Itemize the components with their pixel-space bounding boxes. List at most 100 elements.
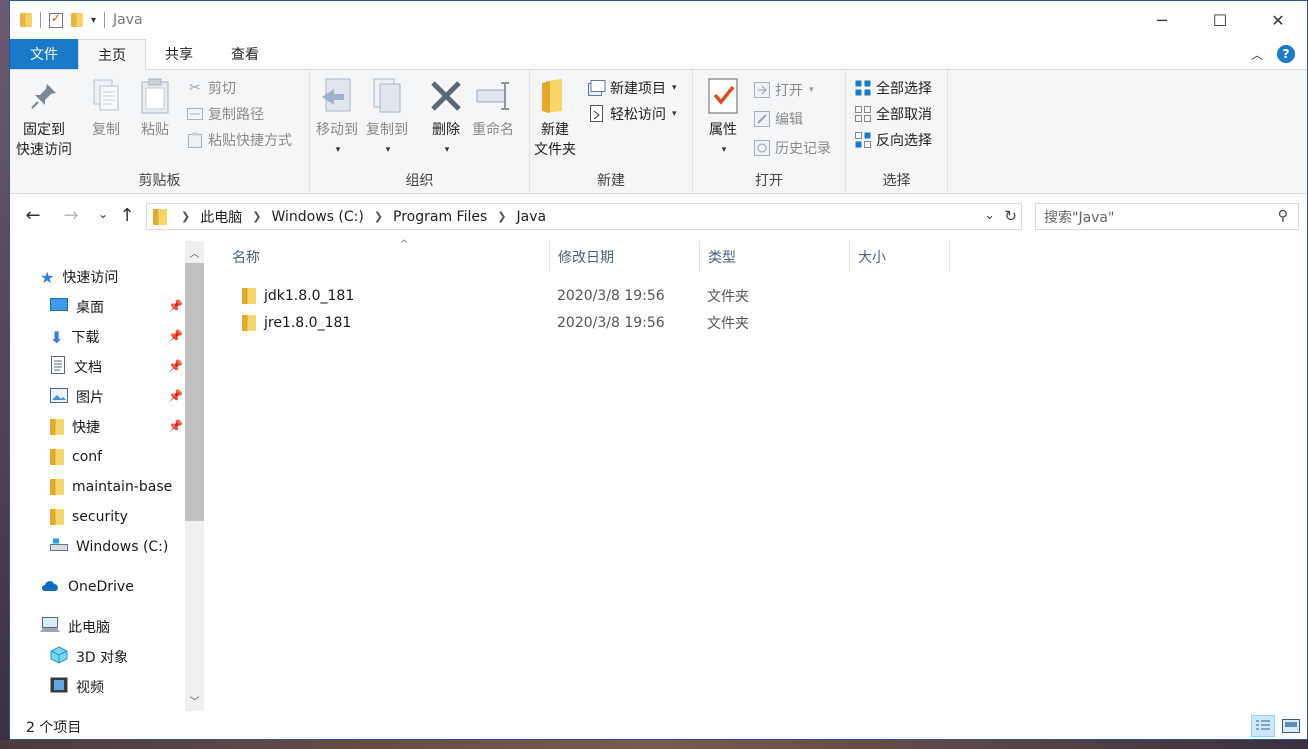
group-clipboard: 固定到 快速访问 复制 粘贴 ✂ 剪切 复制路径 粘贴快捷方式 剪贴板 (10, 70, 310, 194)
table-row[interactable]: jdk1.8.0_181 2020/3/8 19:56 文件夹 (204, 283, 964, 309)
paste-shortcut-button[interactable]: 粘贴快捷方式 (186, 130, 292, 150)
invert-selection-icon (854, 131, 872, 149)
close-button[interactable]: ✕ (1249, 1, 1307, 39)
tab-share[interactable]: 共享 (146, 39, 212, 69)
breadcrumb-chevron-icon[interactable]: ❯ (175, 210, 196, 223)
properties-button[interactable]: 属性 ▾ (705, 76, 741, 160)
3d-objects-icon (50, 646, 68, 668)
edit-button[interactable]: 编辑 (753, 109, 803, 129)
minimize-button[interactable]: ─ (1133, 1, 1191, 39)
nav-pane-scrollbar[interactable]: ︿ ﹀ (185, 241, 204, 711)
nav-item-desktop[interactable]: 桌面 (50, 292, 104, 322)
nav-item-3d-objects[interactable]: 3D 对象 (50, 642, 128, 672)
new-folder-icon[interactable] (71, 13, 83, 27)
easy-access-button[interactable]: 轻松访问 ▾ (588, 104, 677, 124)
details-view-icon[interactable] (1251, 715, 1275, 737)
cut-label: 剪切 (208, 81, 236, 97)
scroll-down-icon[interactable]: ﹀ (185, 693, 204, 708)
cut-button[interactable]: ✂ 剪切 (186, 78, 236, 98)
new-item-button[interactable]: 新建项目 ▾ (588, 78, 677, 98)
breadcrumb-chevron-icon[interactable]: ❯ (246, 210, 267, 223)
help-icon[interactable]: ? (1277, 45, 1295, 63)
address-dropdown-icon[interactable]: ⌄ (984, 208, 995, 223)
nav-onedrive[interactable]: OneDrive (40, 572, 134, 602)
large-icons-view-icon[interactable] (1279, 715, 1303, 737)
rename-button[interactable]: 重命名 (472, 76, 514, 140)
search-box[interactable]: 搜索"Java" ⚲ (1035, 203, 1299, 230)
ribbon-tabs: 文件 主页 共享 查看 ︿ ? (10, 39, 1307, 70)
group-label-organize: 组织 (405, 173, 434, 189)
back-arrow-icon[interactable]: ← (18, 205, 48, 226)
nav-this-pc[interactable]: 此电脑 (40, 612, 110, 642)
delete-button[interactable]: 删除 ▾ (428, 76, 464, 160)
nav-item-drive-c[interactable]: Windows (C:) (50, 532, 168, 562)
nav-quick-access[interactable]: ★ 快速访问 (40, 262, 118, 292)
invert-selection-button[interactable]: 反向选择 (854, 130, 932, 150)
copy-to-button[interactable]: 复制到 ▾ (366, 76, 408, 160)
dropdown-icon: ▾ (385, 145, 391, 155)
pin-quick-access-button[interactable]: 固定到 快速访问 (16, 76, 72, 160)
select-all-label: 全部选择 (876, 81, 932, 97)
breadcrumb-chevron-icon[interactable]: ❯ (368, 210, 389, 223)
pin-icon: 📌 (168, 329, 183, 343)
breadcrumb-this-pc[interactable]: 此电脑 (196, 207, 246, 227)
breadcrumb-program-files[interactable]: Program Files (389, 209, 491, 225)
tab-file[interactable]: 文件 (10, 39, 78, 69)
forward-arrow-icon[interactable]: → (56, 205, 86, 226)
quick-access-star-icon: ★ (40, 267, 55, 287)
column-header-size[interactable]: 大小 (850, 241, 950, 273)
desktop-background-bottom (0, 740, 1308, 749)
properties-icon[interactable] (49, 11, 63, 28)
nav-item-conf[interactable]: conf (50, 442, 102, 472)
pin-label-2: 快速访问 (16, 142, 72, 158)
folder-icon (20, 13, 32, 27)
nav-item-documents[interactable]: 文档 (50, 352, 102, 382)
history-button[interactable]: 历史记录 (753, 138, 831, 158)
search-icon[interactable]: ⚲ (1278, 208, 1288, 224)
move-to-button[interactable]: 移动到 ▾ (316, 76, 358, 160)
desktop-background (0, 0, 9, 749)
maximize-button[interactable]: ☐ (1191, 1, 1249, 39)
window-controls: ─ ☐ ✕ (1133, 1, 1307, 39)
breadcrumb-chevron-icon[interactable]: ❯ (491, 210, 512, 223)
tab-view[interactable]: 查看 (212, 39, 278, 69)
nav-item-pictures[interactable]: 图片 (50, 382, 104, 412)
paste-shortcut-label: 粘贴快捷方式 (208, 133, 292, 149)
tab-home[interactable]: 主页 (78, 39, 146, 70)
separator (104, 12, 106, 28)
paste-button[interactable]: 粘贴 (137, 76, 173, 140)
scroll-up-icon[interactable]: ︿ (185, 245, 204, 260)
column-header-modified[interactable]: 修改日期 (550, 241, 700, 273)
nav-item-shortcuts[interactable]: 快捷 (50, 412, 100, 442)
column-header-type[interactable]: 类型 (700, 241, 850, 273)
scrollbar-thumb[interactable] (185, 263, 204, 521)
nav-label: 快速访问 (62, 270, 119, 286)
nav-label: 3D 对象 (76, 650, 129, 666)
navigation-pane: ★ 快速访问 桌面 📌 ⬇ 下载 📌 文档 📌 图片 📌 快捷 📌 conf m… (10, 241, 204, 711)
item-count: 2 个项目 (26, 719, 82, 736)
up-arrow-icon[interactable]: ↑ (112, 205, 142, 226)
breadcrumb-java[interactable]: Java (513, 209, 551, 225)
file-type: 文件夹 (707, 316, 749, 332)
open-button[interactable]: 打开 ▾ (753, 80, 814, 100)
breadcrumb-drive[interactable]: Windows (C:) (267, 209, 367, 225)
select-all-button[interactable]: 全部选择 (854, 78, 932, 98)
nav-item-downloads[interactable]: ⬇ 下载 (50, 322, 99, 352)
nav-item-security[interactable]: security (50, 502, 128, 532)
paste-shortcut-icon (186, 131, 204, 149)
nav-item-maintain-base[interactable]: maintain-base (50, 472, 172, 502)
table-row[interactable]: jre1.8.0_181 2020/3/8 19:56 文件夹 (204, 310, 964, 336)
copy-path-button[interactable]: 复制路径 (186, 104, 264, 124)
customize-toolbar-dropdown-icon[interactable]: ▾ (91, 15, 96, 26)
copy-button[interactable]: 复制 (88, 76, 124, 140)
column-header-name[interactable]: ^ 名称 (224, 239, 550, 273)
address-bar[interactable]: ❯ 此电脑 ❯ Windows (C:) ❯ Program Files ❯ J… (146, 203, 1022, 230)
move-to-label: 移动到 (316, 122, 358, 138)
collapse-ribbon-icon[interactable]: ︿ (1251, 46, 1263, 63)
view-switcher (1251, 715, 1303, 737)
nav-item-videos[interactable]: 视频 (50, 672, 104, 702)
select-none-button[interactable]: 全部取消 (854, 104, 932, 124)
refresh-icon[interactable]: ↻ (1004, 207, 1017, 225)
dropdown-icon: ▾ (721, 145, 727, 155)
new-folder-button[interactable]: 新建 文件夹 (534, 76, 576, 160)
